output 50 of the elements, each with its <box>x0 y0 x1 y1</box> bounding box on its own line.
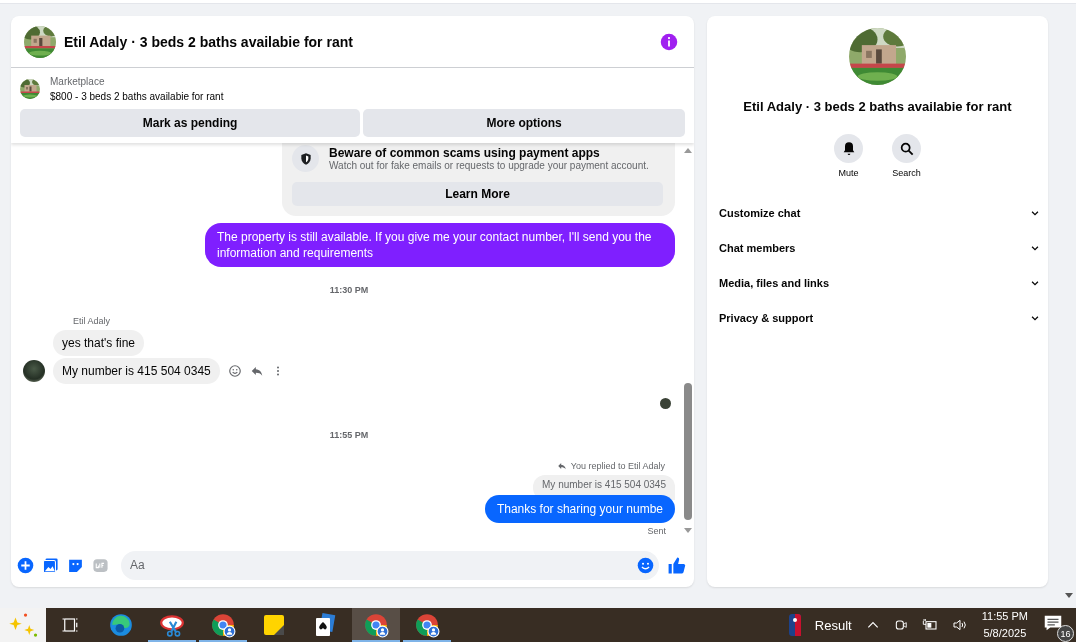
message-input[interactable]: Aa <box>121 550 659 580</box>
message-bubble: Thanks for sharing your numbe <box>484 495 675 524</box>
timestamp: 11:30 PM <box>329 285 369 296</box>
notice-text: Watch out for fake emails or requests to upgrade your payment account. <box>329 160 649 172</box>
photo-icon[interactable] <box>42 556 59 574</box>
listing-title: $800 - 3 beds 2 baths availabie for rant <box>50 90 224 105</box>
browser-icon[interactable] <box>414 612 440 638</box>
clock-date[interactable]: 5/8/2025 <box>983 625 1027 642</box>
settings-section[interactable]: Chat members <box>719 230 1040 266</box>
notice-title: Beware of common scams using payment apps <box>329 146 601 161</box>
news-label[interactable]: Result <box>814 617 852 633</box>
sender-name: Etil Adaly <box>73 316 112 327</box>
battery-icon[interactable] <box>921 617 938 633</box>
emoji-icon[interactable] <box>227 364 242 379</box>
thumbs-up-icon[interactable] <box>667 555 686 575</box>
mark-pending-button[interactable]: Mark as pending <box>20 109 361 138</box>
browser-icon[interactable] <box>210 612 236 638</box>
listing-source: Marketplace <box>50 75 106 90</box>
reply-note: You replied to Etil Adaly <box>570 461 665 472</box>
more-options-button[interactable]: More options <box>363 109 685 138</box>
sticky-notes-icon[interactable] <box>262 613 286 637</box>
browser-icon[interactable] <box>363 612 389 638</box>
settings-section[interactable]: Media, files and links <box>719 265 1040 301</box>
add-icon[interactable] <box>17 556 34 574</box>
chat-title: Etil Adaly · 3 beds 2 baths availabie for rant <box>64 33 354 50</box>
edge-icon[interactable] <box>108 612 134 638</box>
volume-icon[interactable] <box>951 617 968 633</box>
settings-section[interactable]: Customize chat <box>719 195 1040 231</box>
settings-section[interactable]: Privacy & support <box>719 300 1040 336</box>
learn-more-button[interactable]: Learn More <box>292 182 663 207</box>
shield-icon <box>298 151 313 166</box>
notification-count: 16 <box>1057 625 1074 642</box>
task-view-icon[interactable] <box>61 616 79 634</box>
info-icon[interactable] <box>660 32 678 51</box>
search-icon <box>898 140 915 157</box>
sent-status: Sent <box>647 526 666 537</box>
snipping-tool-icon[interactable] <box>159 612 185 638</box>
read-receipt-avatar <box>660 398 671 410</box>
clock-time[interactable]: 11:55 PM <box>981 608 1028 625</box>
basketball-logo-icon[interactable] <box>788 614 801 636</box>
cards-icon[interactable] <box>313 613 337 637</box>
message-bubble: My number is 415 504 0345 <box>53 358 220 385</box>
emoji-icon[interactable] <box>637 556 654 574</box>
message-bubble: yes that's fine <box>53 330 144 357</box>
timestamp: 11:55 PM <box>329 430 369 441</box>
conversation-title: Etil Adaly · 3 beds 2 baths availabie for rant <box>743 99 1012 115</box>
camera-icon[interactable] <box>893 617 908 633</box>
taskbar-app[interactable] <box>352 608 400 642</box>
sparkle-icon <box>8 610 38 640</box>
message-bubble: The property is still available. If you give me your contact number, I'll send you the information and requirements <box>205 223 675 268</box>
